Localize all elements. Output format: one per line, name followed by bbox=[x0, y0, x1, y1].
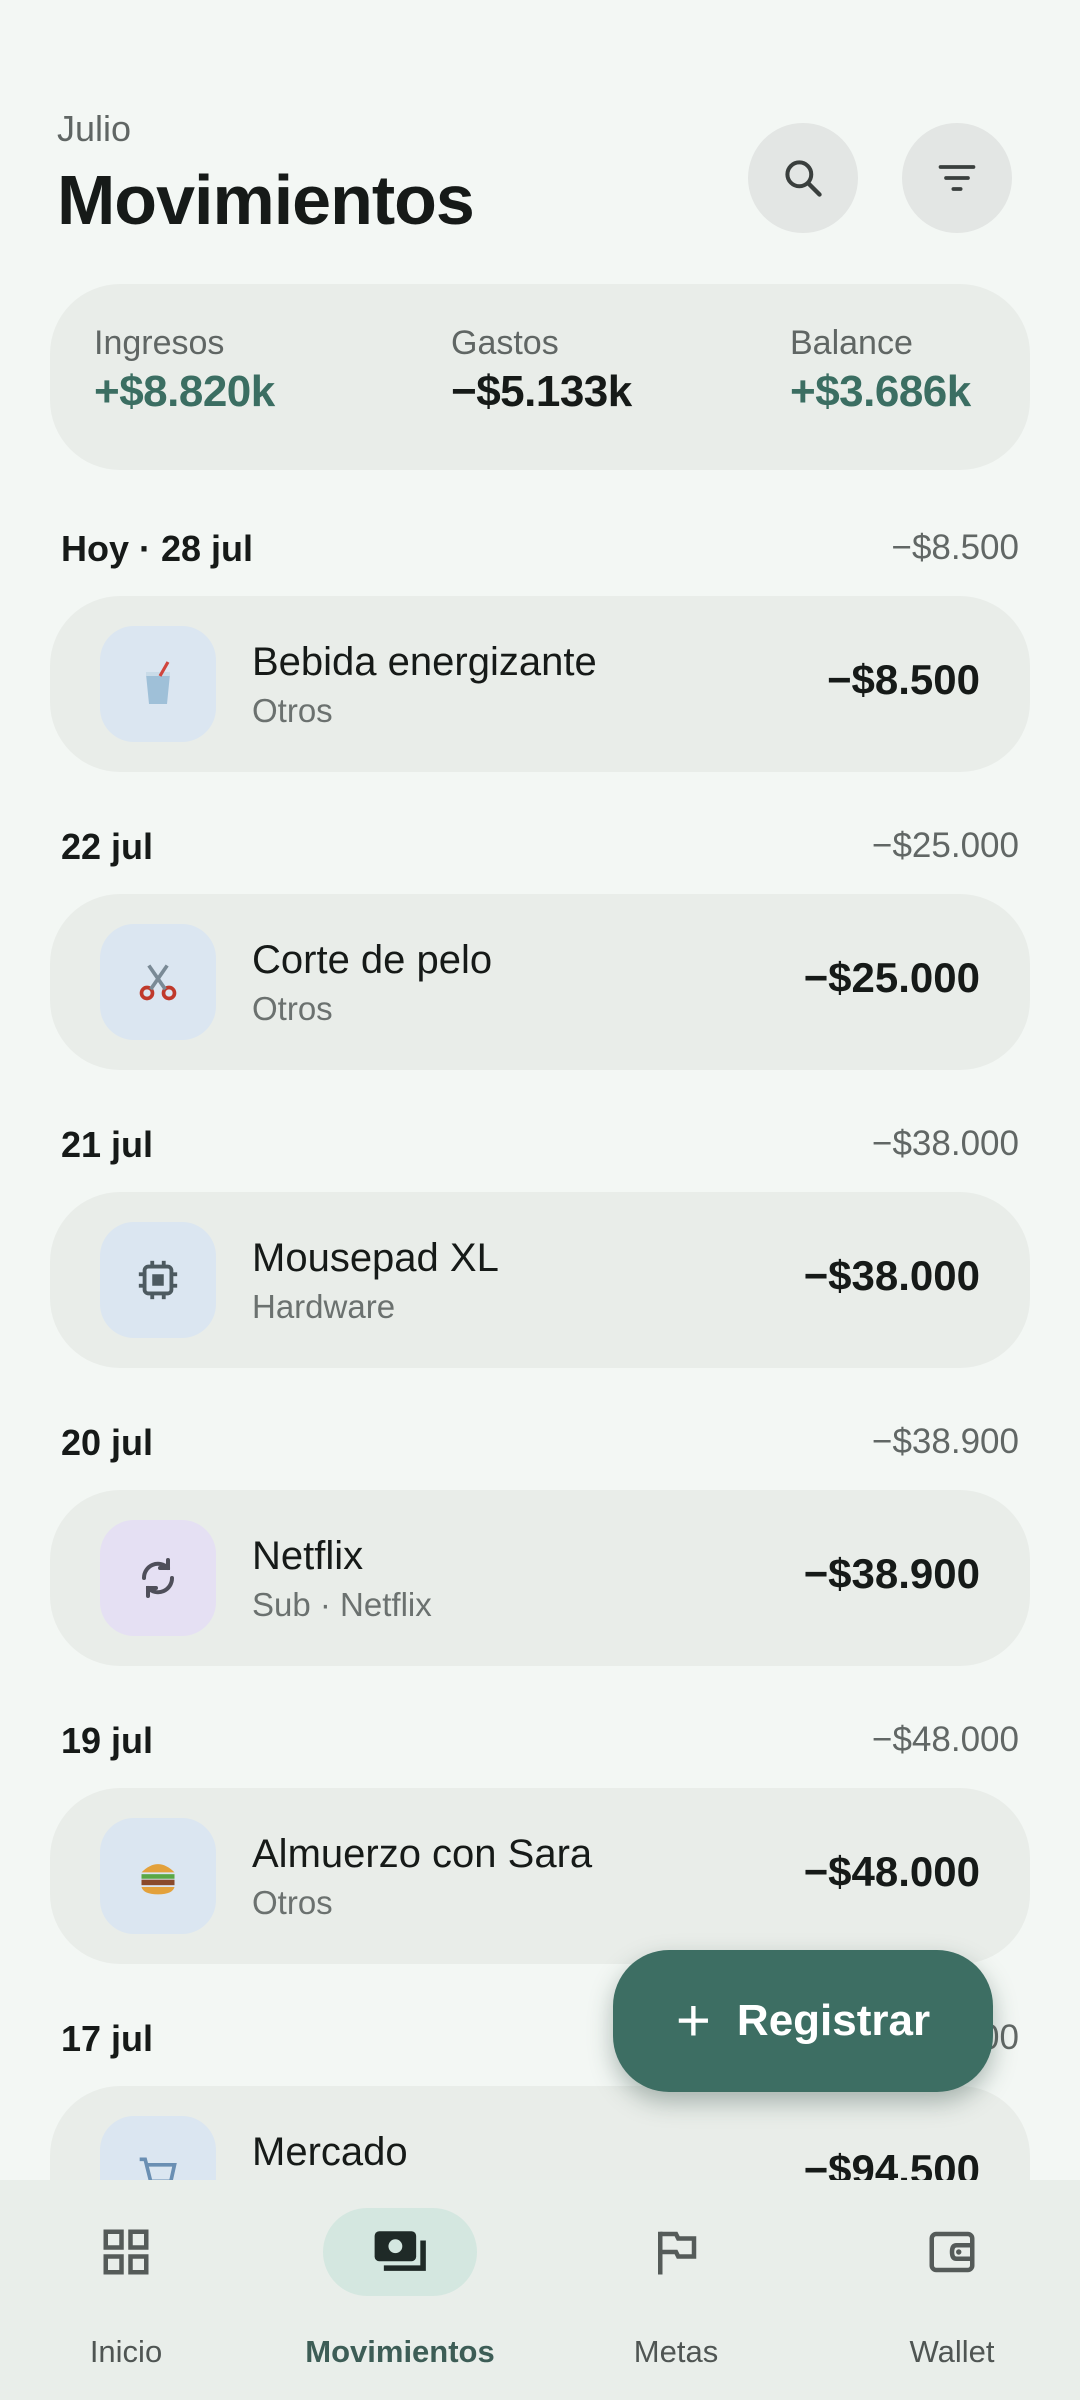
filter-button[interactable] bbox=[902, 123, 1012, 233]
transaction-amount: −$25.000 bbox=[803, 954, 980, 1001]
scissors-icon bbox=[100, 924, 216, 1040]
register-button-label: Registrar bbox=[736, 1996, 931, 2045]
transaction-item[interactable]: Bebida energizante Otros −$8.500 bbox=[50, 596, 1030, 772]
expenses-label: Gastos bbox=[451, 324, 559, 362]
nav-label: Wallet bbox=[909, 2334, 995, 2369]
summary-card: Ingresos +$8.820k Gastos −$5.133k Balanc… bbox=[50, 284, 1030, 470]
transaction-item[interactable]: Mousepad XL Hardware −$38.000 bbox=[50, 1192, 1030, 1368]
day-total: −$8.500 bbox=[891, 528, 1020, 567]
transaction-category: Otros bbox=[252, 692, 333, 729]
day-total: −$48.000 bbox=[872, 1720, 1019, 1759]
transaction-name: Bebida energizante bbox=[252, 640, 597, 684]
income-summary: Ingresos +$8.820k bbox=[94, 324, 275, 417]
balance-summary: Balance +$3.686k bbox=[790, 324, 971, 417]
nav-label: Movimientos bbox=[305, 2334, 495, 2369]
month-label: Julio bbox=[57, 108, 132, 149]
expenses-summary: Gastos −$5.133k bbox=[451, 324, 632, 417]
drink-icon bbox=[100, 626, 216, 742]
transaction-category: Sub · Netflix bbox=[252, 1586, 432, 1623]
transaction-amount: −$8.500 bbox=[827, 656, 980, 703]
nav-item-metas[interactable]: Metas bbox=[566, 2180, 786, 2400]
chip-icon bbox=[100, 1222, 216, 1338]
day-header: 19 jul −$48.000 bbox=[61, 1720, 1019, 1772]
transaction-amount: −$48.000 bbox=[803, 1848, 980, 1895]
day-title: Hoy · 28 jul bbox=[61, 528, 254, 569]
expenses-value: −$5.133k bbox=[451, 367, 632, 416]
refresh-icon bbox=[100, 1520, 216, 1636]
day-header: Hoy · 28 jul −$8.500 bbox=[61, 528, 1019, 580]
day-title: 22 jul bbox=[61, 826, 154, 867]
plus-icon: + bbox=[675, 1987, 711, 2054]
income-value: +$8.820k bbox=[94, 367, 275, 416]
balance-label: Balance bbox=[790, 324, 913, 362]
bottom-nav: Inicio Movimientos Metas Wallet bbox=[0, 2180, 1080, 2400]
filter-icon bbox=[938, 165, 976, 191]
transaction-name: Almuerzo con Sara bbox=[252, 1832, 593, 1876]
grid-icon bbox=[49, 2208, 203, 2296]
search-icon bbox=[785, 160, 822, 197]
transaction-item[interactable]: Almuerzo con Sara Otros −$48.000 bbox=[50, 1788, 1030, 1964]
day-title: 19 jul bbox=[61, 1720, 154, 1761]
day-total: −$25.000 bbox=[872, 826, 1019, 865]
balance-value: +$3.686k bbox=[790, 367, 971, 416]
wallet-icon bbox=[875, 2208, 1029, 2296]
transaction-category: Otros bbox=[252, 1884, 333, 1921]
transaction-amount: −$38.900 bbox=[803, 1550, 980, 1597]
register-button[interactable]: + Registrar bbox=[613, 1950, 993, 2092]
day-header: 20 jul −$38.900 bbox=[61, 1422, 1019, 1474]
transaction-name: Netflix bbox=[252, 1534, 364, 1578]
day-total: −$38.000 bbox=[872, 1124, 1019, 1163]
burger-icon bbox=[100, 1818, 216, 1934]
income-label: Ingresos bbox=[94, 324, 225, 362]
transaction-name: Mercado bbox=[252, 2130, 408, 2174]
transaction-amount: −$38.000 bbox=[803, 1252, 980, 1299]
transaction-item[interactable]: Corte de pelo Otros −$25.000 bbox=[50, 894, 1030, 1070]
day-title: 17 jul bbox=[61, 2018, 154, 2059]
nav-item-movimientos[interactable]: Movimientos bbox=[290, 2180, 510, 2400]
transaction-name: Corte de pelo bbox=[252, 938, 493, 982]
nav-item-inicio[interactable]: Inicio bbox=[16, 2180, 236, 2400]
transaction-item[interactable]: Netflix Sub · Netflix −$38.900 bbox=[50, 1490, 1030, 1666]
transaction-category: Hardware bbox=[252, 1288, 396, 1325]
day-header: 22 jul −$25.000 bbox=[61, 826, 1019, 878]
flag-icon bbox=[599, 2208, 753, 2296]
day-header: 21 jul −$38.000 bbox=[61, 1124, 1019, 1176]
nav-label: Metas bbox=[633, 2334, 719, 2369]
day-title: 21 jul bbox=[61, 1124, 154, 1165]
day-total: −$38.900 bbox=[872, 1422, 1019, 1461]
page-title: Movimientos bbox=[57, 161, 475, 239]
nav-label: Inicio bbox=[89, 2334, 163, 2369]
transaction-category: Otros bbox=[252, 990, 333, 1027]
nav-item-wallet[interactable]: Wallet bbox=[842, 2180, 1062, 2400]
day-title: 20 jul bbox=[61, 1422, 154, 1463]
search-button[interactable] bbox=[748, 123, 858, 233]
cash-icon bbox=[323, 2208, 477, 2296]
transaction-name: Mousepad XL bbox=[252, 1236, 499, 1280]
